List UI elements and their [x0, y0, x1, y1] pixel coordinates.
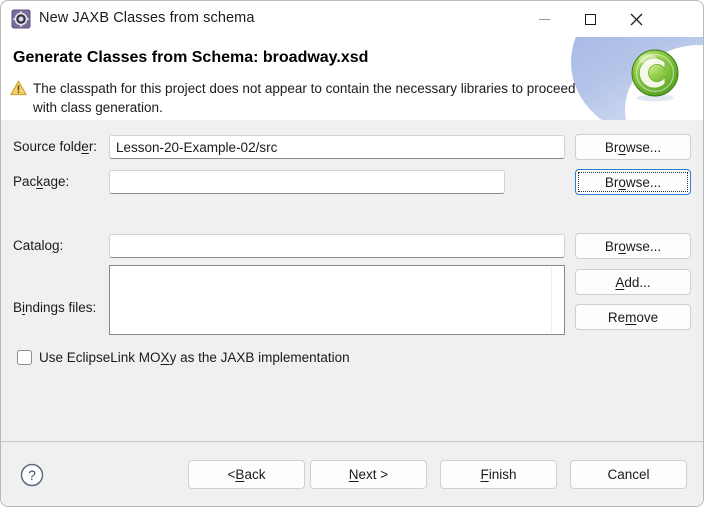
maximize-icon — [584, 13, 596, 25]
minimize-icon — [538, 18, 550, 20]
green-c-logo-icon — [627, 47, 683, 103]
maximize-button[interactable] — [567, 1, 613, 37]
package-browse-button[interactable]: Br o wse... — [575, 169, 691, 195]
bindings-add-button[interactable]: Add... — [575, 269, 691, 295]
moxy-checkbox-row[interactable]: Use EclipseLink MOXy as the JAXB impleme… — [17, 350, 350, 365]
jaxb-wizard-icon — [11, 9, 31, 29]
next-button[interactable]: Next > — [310, 460, 427, 489]
window-title: New JAXB Classes from schema — [39, 10, 255, 26]
source-folder-input[interactable]: Lesson-20-Example-02/src — [109, 135, 565, 159]
finish-button[interactable]: Finish — [440, 460, 557, 489]
title-bar: New JAXB Classes from schema — [1, 1, 703, 37]
warning-icon — [9, 80, 28, 96]
catalog-browse-button[interactable]: Br o wse... — [575, 233, 691, 259]
dialog-window: New JAXB Classes from schema Generate Cl… — [0, 0, 704, 507]
moxy-checkbox[interactable] — [17, 350, 32, 365]
package-label: Package: — [13, 174, 70, 189]
package-input[interactable] — [109, 170, 505, 194]
moxy-checkbox-label: Use EclipseLink MOXy as the JAXB impleme… — [39, 350, 350, 365]
minimize-button[interactable] — [521, 1, 567, 37]
wizard-header-banner: Generate Classes from Schema: broadway.x… — [1, 37, 703, 121]
source-folder-label: Source folder: — [13, 139, 98, 154]
cancel-button[interactable]: Cancel — [570, 460, 687, 489]
svg-text:?: ? — [28, 467, 36, 483]
close-button[interactable] — [613, 1, 659, 37]
dialog-content: Source folder: Lesson-20-Example-02/src … — [1, 120, 703, 441]
source-folder-value: Lesson-20-Example-02/src — [116, 139, 278, 155]
catalog-label: Catalog: — [13, 238, 64, 253]
bindings-files-label: Bindings files: — [13, 300, 97, 315]
wizard-warning-message: The classpath for this project does not … — [33, 81, 576, 115]
catalog-input[interactable] — [109, 234, 565, 258]
help-icon[interactable]: ? — [19, 462, 45, 488]
back-button[interactable]: < Back — [188, 460, 305, 489]
source-folder-browse-button[interactable]: Br o wse... — [575, 134, 691, 160]
close-icon — [630, 13, 642, 25]
bindings-files-listbox[interactable] — [109, 265, 565, 335]
wizard-page-title: Generate Classes from Schema: broadway.x… — [13, 49, 369, 66]
bindings-files-scrollbar[interactable] — [551, 267, 563, 333]
bindings-remove-button[interactable]: Re m ove — [575, 304, 691, 330]
